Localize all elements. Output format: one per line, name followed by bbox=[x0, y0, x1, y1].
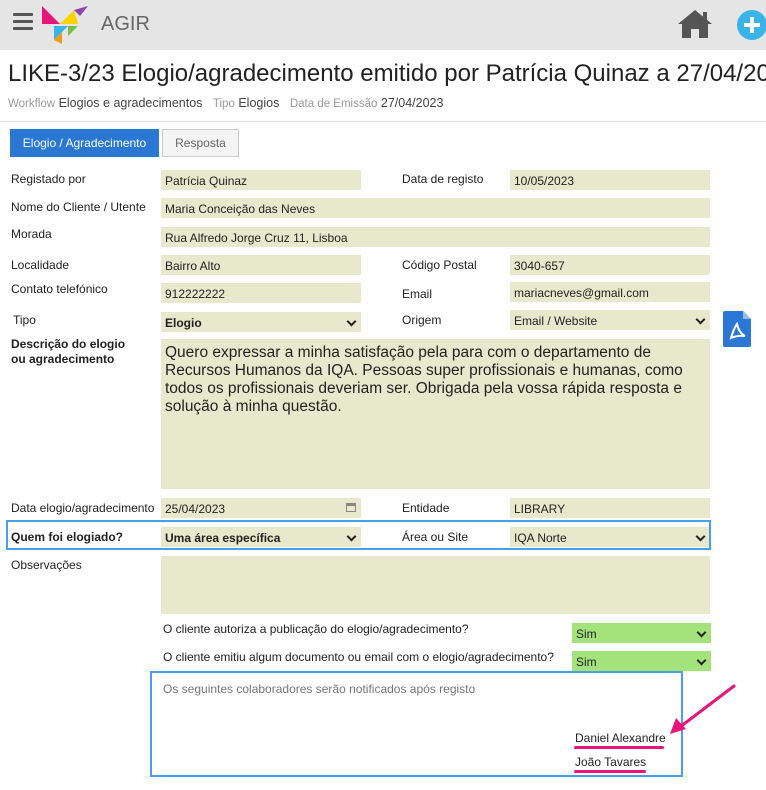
workflow-label: Workflow bbox=[8, 98, 56, 110]
email-field[interactable]: mariacneves@gmail.com bbox=[510, 282, 710, 302]
autoriza-publicacao-value: Sim bbox=[576, 627, 597, 641]
localidade-label: Localidade bbox=[11, 258, 70, 272]
morada-field[interactable]: Rua Alfredo Jorge Cruz 11, Lisboa bbox=[161, 227, 710, 247]
annotation-arrow bbox=[670, 684, 736, 734]
origem-label: Origem bbox=[402, 313, 442, 327]
collaborator-item: João Tavares bbox=[575, 755, 647, 769]
chevron-down-icon bbox=[346, 316, 357, 327]
page-title: LIKE-3/23 Elogio/agradecimento emitido p… bbox=[8, 60, 766, 87]
descricao-label-line1: Descrição do elogio bbox=[11, 337, 126, 351]
chevron-down-icon bbox=[696, 655, 707, 666]
collaborator-item: Daniel Alexandre bbox=[575, 731, 666, 745]
entidade-field[interactable]: LIBRARY bbox=[510, 498, 710, 518]
tipo-label: Tipo bbox=[13, 313, 36, 327]
observacoes-textarea[interactable] bbox=[161, 556, 710, 614]
data-elogio-value: 25/04/2023 bbox=[165, 502, 226, 516]
codigo-postal-field[interactable]: 3040-657 bbox=[510, 255, 710, 275]
tipo-select-value: Elogio bbox=[165, 316, 202, 330]
observacoes-label: Observações bbox=[11, 558, 82, 572]
annotation-underline bbox=[574, 746, 664, 749]
top-bar: AGIR bbox=[0, 0, 766, 50]
descricao-label: Descrição do elogio ou agradecimento bbox=[11, 337, 125, 367]
autoriza-publicacao-select[interactable]: Sim bbox=[572, 623, 711, 643]
codigo-postal-label: Código Postal bbox=[402, 258, 477, 272]
tipo-value: Elogios bbox=[238, 96, 280, 110]
tipo-select[interactable]: Elogio bbox=[161, 312, 361, 332]
menu-icon[interactable] bbox=[13, 13, 33, 33]
nome-cliente-label: Nome do Cliente / Utente bbox=[11, 200, 146, 214]
notifications-title: Os seguintes colaboradores serão notific… bbox=[163, 682, 476, 696]
emitiu-documento-select[interactable]: Sim bbox=[572, 651, 711, 671]
data-registo-label: Data de registo bbox=[402, 172, 484, 186]
autoriza-publicacao-label: O cliente autoriza a publicação do elogi… bbox=[163, 622, 469, 636]
localidade-field[interactable]: Bairro Alto bbox=[161, 255, 361, 275]
contato-label: Contato telefónico bbox=[11, 282, 108, 296]
data-elogio-field[interactable]: 25/04/2023 bbox=[161, 498, 361, 518]
tipo-label: Tipo bbox=[212, 98, 235, 110]
data-elogio-label: Data elogio/agradecimento bbox=[11, 501, 155, 515]
app-logo bbox=[42, 6, 88, 44]
chevron-down-icon bbox=[695, 314, 706, 325]
nome-cliente-field[interactable]: Maria Conceição das Neves bbox=[161, 198, 710, 218]
workflow-value: Elogios e agradecimentos bbox=[58, 96, 203, 110]
descricao-textarea[interactable]: Quero expressar a minha satisfação pela … bbox=[161, 339, 710, 489]
record-meta: Workflow Elogios e agradecimentos Tipo E… bbox=[8, 96, 450, 110]
registado-por-label: Registado por bbox=[11, 172, 86, 186]
calendar-icon[interactable] bbox=[346, 503, 356, 512]
tab-elogio[interactable]: Elogio / Agradecimento bbox=[10, 129, 159, 157]
registado-por-field[interactable]: Patrícia Quinaz bbox=[161, 170, 361, 190]
origem-select-value: Email / Website bbox=[514, 314, 598, 328]
home-icon[interactable] bbox=[676, 8, 714, 40]
email-label: Email bbox=[402, 287, 433, 301]
pdf-icon[interactable] bbox=[723, 311, 751, 347]
contato-field[interactable]: 912222222 bbox=[161, 283, 361, 303]
emitiu-documento-value: Sim bbox=[576, 655, 597, 669]
entidade-label: Entidade bbox=[402, 501, 450, 515]
data-registo-field[interactable]: 10/05/2023 bbox=[510, 170, 710, 190]
chevron-down-icon bbox=[696, 627, 707, 638]
origem-select[interactable]: Email / Website bbox=[510, 310, 710, 330]
app-name: AGIR bbox=[101, 13, 150, 35]
emitiu-documento-label: O cliente emitiu algum documento ou emai… bbox=[163, 650, 554, 664]
annotation-underline bbox=[574, 770, 646, 773]
emission-date-label: Data de Emissão bbox=[289, 98, 378, 110]
descricao-label-line2: ou agradecimento bbox=[11, 352, 115, 366]
emission-date-value: 27/04/2023 bbox=[380, 96, 444, 110]
morada-label: Morada bbox=[11, 227, 52, 241]
tab-resposta[interactable]: Resposta bbox=[162, 129, 239, 157]
header-divider bbox=[0, 121, 766, 122]
add-icon[interactable] bbox=[737, 10, 766, 40]
highlight-box-elogiado bbox=[6, 520, 711, 550]
